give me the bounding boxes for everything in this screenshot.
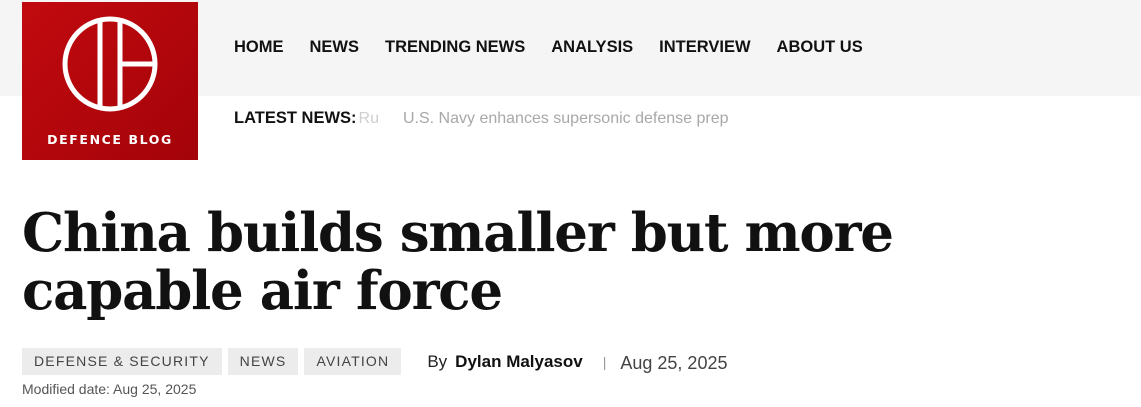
ticker-headline-link[interactable]: U.S. Navy enhances supersonic defense pr… [403, 110, 729, 128]
by-label: By [427, 351, 448, 371]
logo-text: DEFENCE BLOG [47, 132, 173, 147]
publish-date: Aug 25, 2025 [620, 353, 728, 373]
news-ticker: LATEST NEWS: Ru U.S. Navy enhances super… [234, 109, 729, 128]
tag-aviation[interactable]: AVIATION [304, 348, 402, 375]
nav-item-news[interactable]: NEWS [310, 38, 360, 57]
meta-separator: | [602, 353, 607, 370]
author-link[interactable]: Dylan Malyasov [455, 352, 583, 372]
ticker-faded-label: Ru [358, 110, 379, 127]
nav-item-about-us[interactable]: ABOUT US [777, 38, 863, 57]
nav-item-interview[interactable]: INTERVIEW [659, 38, 750, 57]
ticker-faded-text: Ru [359, 110, 379, 128]
tag-defense-security[interactable]: DEFENSE & SECURITY [22, 348, 222, 375]
article-title: China builds smaller but more capable ai… [22, 202, 894, 322]
nav-item-home[interactable]: HOME [234, 38, 284, 57]
tag-news[interactable]: NEWS [227, 348, 299, 375]
article-meta: DEFENSE & SECURITY NEWS AVIATION By Dyla… [22, 348, 727, 375]
main-nav: HOME NEWS TRENDING NEWS ANALYSIS INTERVI… [234, 38, 889, 57]
modified-date: Modified date: Aug 25, 2025 [22, 381, 197, 397]
nav-item-analysis[interactable]: ANALYSIS [551, 38, 633, 57]
nav-item-trending-news[interactable]: TRENDING NEWS [385, 38, 525, 57]
site-logo[interactable]: DEFENCE BLOG [22, 2, 198, 160]
ticker-label: LATEST NEWS: [234, 109, 357, 127]
logo-emblem-icon [62, 16, 158, 112]
